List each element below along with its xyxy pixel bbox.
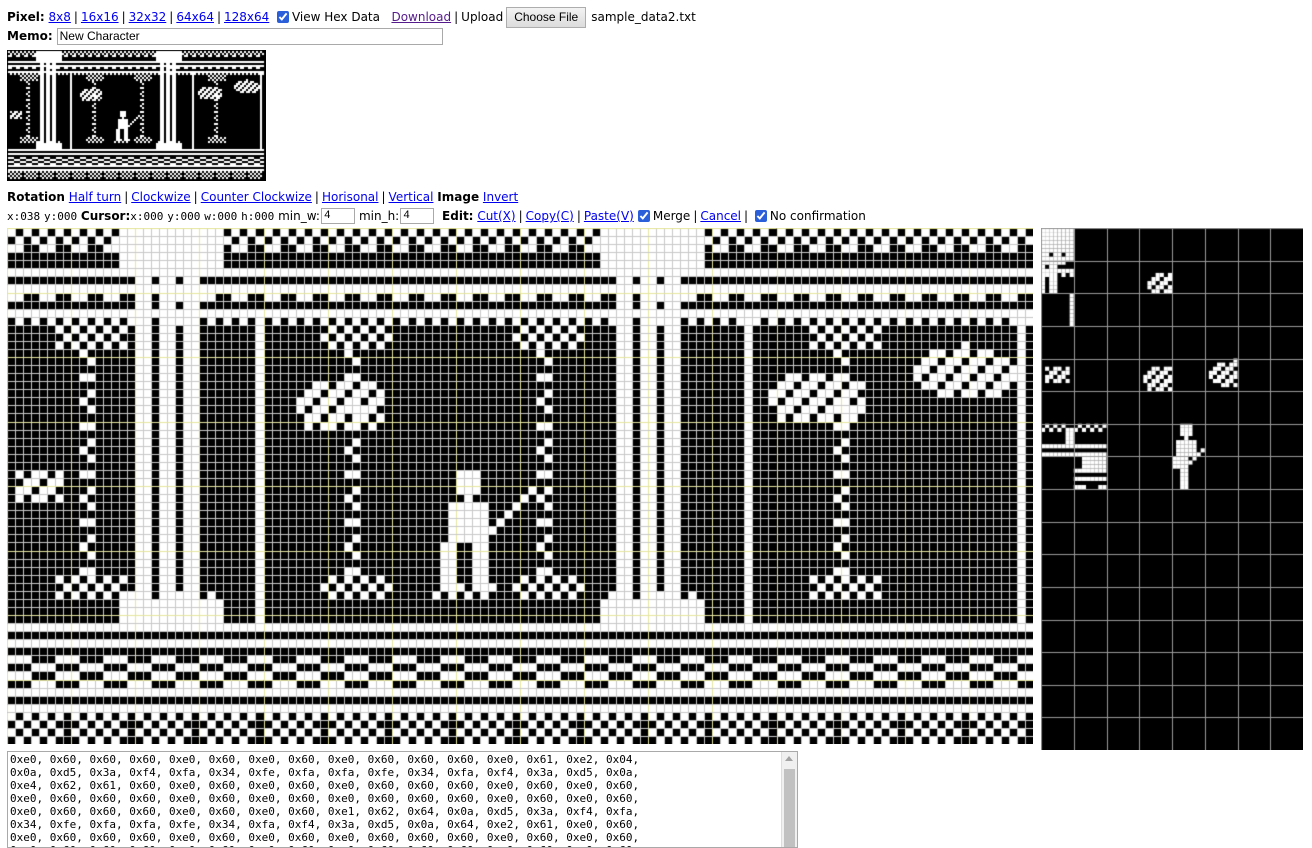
memo-row: Memo:: [7, 27, 443, 45]
hex-data-text: 0xe0, 0x60, 0x60, 0x60, 0xe0, 0x60, 0xe0…: [10, 753, 640, 847]
choose-file-button[interactable]: Choose File: [506, 6, 587, 28]
cursor-y-readout: y:000: [167, 209, 201, 223]
tile-palette-grid[interactable]: [1041, 228, 1303, 750]
cursor-x-readout: x:000: [130, 209, 164, 223]
cut-link[interactable]: Cut(X): [477, 209, 515, 223]
image-label: Image: [437, 190, 480, 204]
upload-label: Upload: [461, 10, 504, 24]
mouse-x-readout: x:038: [7, 209, 41, 223]
cancel-link[interactable]: Cancel: [700, 209, 741, 223]
half-turn-link[interactable]: Half turn: [69, 190, 121, 204]
cursor-label: Cursor:: [80, 209, 131, 223]
paste-link[interactable]: Paste(V): [584, 209, 634, 223]
clockwise-link[interactable]: Clockwize: [131, 190, 190, 204]
copy-link[interactable]: Copy(C): [526, 209, 574, 223]
cursor-h-readout: h:000: [241, 209, 275, 223]
no-confirmation-label: No confirmation: [769, 209, 866, 223]
vertical-flip-link[interactable]: Vertical: [389, 190, 434, 204]
scroll-thumb[interactable]: [784, 769, 795, 847]
size-128x64-link[interactable]: 128x64: [224, 10, 269, 24]
file-name-text: sample_data2.txt: [591, 10, 696, 24]
preview-image: [7, 50, 266, 181]
scroll-up-arrow-icon[interactable]: [785, 756, 793, 761]
horizontal-flip-link[interactable]: Horisonal: [322, 190, 379, 204]
pixel-label: Pixel:: [7, 10, 45, 24]
no-confirmation-checkbox[interactable]: [754, 210, 767, 222]
size-8x8-link[interactable]: 8x8: [49, 10, 71, 24]
min-h-input[interactable]: [400, 208, 435, 224]
merge-label: Merge: [652, 209, 691, 223]
view-hex-checkbox[interactable]: [276, 11, 289, 23]
memo-input[interactable]: [56, 27, 443, 45]
hex-scrollbar[interactable]: [781, 752, 797, 847]
size-16x16-link[interactable]: 16x16: [81, 10, 119, 24]
memo-label: Memo:: [7, 29, 53, 43]
min-w-input[interactable]: [320, 208, 355, 224]
rotation-toolbar: Rotation Half turn | Clockwize | Counter C…: [7, 190, 519, 204]
cursor-edit-toolbar: x:038 y:000 Cursor: x:000 y:000 w:000 h:…: [7, 206, 866, 226]
view-hex-label: View Hex Data: [291, 10, 380, 24]
pixel-editor-grid[interactable]: [7, 228, 1033, 744]
size-64x64-link[interactable]: 64x64: [176, 10, 214, 24]
download-link[interactable]: Download: [391, 10, 451, 24]
min-h-label: min_h:: [358, 209, 400, 223]
size-32x32-link[interactable]: 32x32: [129, 10, 167, 24]
cursor-w-readout: w:000: [204, 209, 238, 223]
rotation-label: Rotation: [7, 190, 65, 204]
counter-clockwise-link[interactable]: Counter Clockwize: [201, 190, 312, 204]
mouse-y-readout: y:000: [43, 209, 78, 223]
min-w-label: min_w:: [278, 209, 320, 223]
invert-link[interactable]: Invert: [483, 190, 518, 204]
edit-label: Edit:: [442, 209, 474, 223]
hex-data-textarea[interactable]: 0xe0, 0x60, 0x60, 0x60, 0xe0, 0x60, 0xe0…: [7, 751, 798, 848]
merge-checkbox[interactable]: [637, 210, 650, 222]
pixel-toolbar: Pixel: 8x8 | 16x16 | 32x32 | 64x64 | 128x64 …: [7, 6, 696, 28]
